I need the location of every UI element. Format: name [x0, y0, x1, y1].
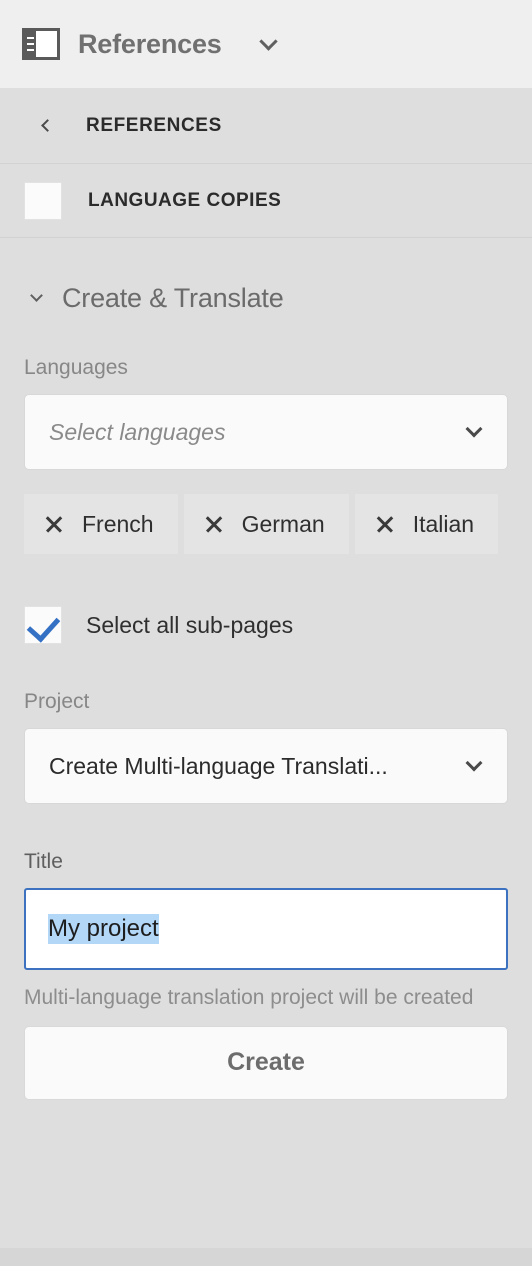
rail-icon-content [36, 31, 57, 57]
chevron-glyph [465, 754, 483, 772]
create-button[interactable]: Create [24, 1025, 508, 1100]
title-helper-text: Multi-language translation project will … [24, 986, 474, 1009]
panel-breadcrumb-bar: REFERENCES [0, 88, 532, 164]
languages-label: Languages [24, 356, 128, 379]
chevron-down-icon [461, 753, 487, 779]
title-label: Title [24, 850, 63, 873]
language-copies-label: LANGUAGE COPIES [88, 189, 282, 211]
create-translate-form: Languages Select languages French German [0, 356, 532, 1100]
language-tag[interactable]: German [183, 494, 349, 554]
language-tag-label: Italian [412, 510, 475, 537]
languages-group: Languages Select languages French German [24, 356, 508, 554]
title-input-value: My project [48, 914, 159, 944]
references-panel: References REFERENCES LANGUAGE COPIES Cr… [0, 0, 532, 1266]
chevron-glyph [29, 288, 43, 302]
project-select[interactable]: Create Multi-language Translati... [24, 728, 508, 804]
select-all-subpages-label: Select all sub-pages [86, 611, 294, 638]
chevron-down-icon[interactable] [254, 29, 284, 59]
rail-icon-bars [25, 31, 36, 57]
selected-languages-tags: French German Italian [24, 494, 508, 554]
close-icon[interactable] [44, 514, 64, 534]
chevron-down-icon [461, 419, 487, 445]
language-copies-checkbox[interactable] [24, 181, 62, 220]
accordion-header-create-translate[interactable]: Create & Translate [0, 278, 532, 318]
select-all-subpages-checkbox[interactable] [24, 606, 62, 644]
language-tag-label: German [241, 510, 325, 537]
accordion-title: Create & Translate [62, 282, 284, 313]
chevron-glyph [259, 31, 278, 51]
chevron-glyph [465, 420, 483, 438]
rail-title: References [78, 28, 222, 59]
close-icon[interactable] [375, 514, 395, 534]
chevron-glyph [40, 119, 54, 132]
languages-placeholder: Select languages [49, 418, 226, 445]
rail-icon-bar [27, 37, 34, 39]
language-tag[interactable]: French [24, 494, 178, 554]
languages-select[interactable]: Select languages [24, 394, 508, 470]
create-translate-accordion: Create & Translate Languages Select lang… [0, 238, 532, 1100]
project-selected-value: Create Multi-language Translati... [49, 752, 388, 779]
language-tag-label: French [82, 510, 154, 537]
rail-icon-bar [27, 43, 34, 45]
select-all-subpages-row[interactable]: Select all sub-pages [24, 606, 508, 644]
chevron-left-icon[interactable] [38, 115, 56, 137]
project-label: Project [24, 690, 90, 713]
close-icon[interactable] [204, 514, 224, 534]
title-input[interactable]: My project [24, 888, 508, 970]
panel-footer-strip [0, 1248, 532, 1266]
title-group: Title My project Multi-language translat… [24, 850, 508, 1012]
chevron-down-icon [26, 288, 46, 308]
project-group: Project Create Multi-language Translati.… [24, 690, 508, 804]
section-language-copies[interactable]: LANGUAGE COPIES [0, 164, 532, 238]
language-tag[interactable]: Italian [354, 494, 499, 554]
create-button-label: Create [227, 1048, 305, 1077]
rail-icon-bar [27, 49, 34, 51]
panel-rail-icon [22, 28, 60, 60]
breadcrumb-title: REFERENCES [86, 114, 222, 136]
rail-header: References [0, 0, 532, 88]
